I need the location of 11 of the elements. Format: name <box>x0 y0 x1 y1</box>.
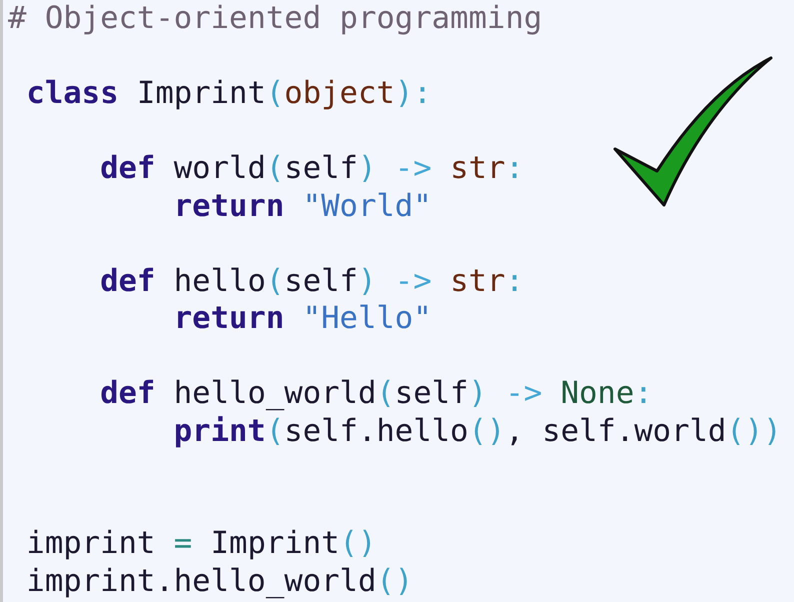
code-line: def hello(self) -> str: <box>100 262 524 300</box>
code-line: def world(self) -> str: <box>100 150 524 188</box>
code-line: class Imprint(object): <box>26 75 432 112</box>
code-line: imprint = Imprint() <box>26 525 376 562</box>
code-line: imprint.hello_world() <box>26 562 414 600</box>
code-line: def hello_world(self) -> None: <box>100 375 653 412</box>
code-line: return "World" <box>174 188 432 225</box>
code-line: print(self.hello(), self.world()) <box>174 412 782 450</box>
code-line: return "Hello" <box>174 300 432 338</box>
code-comment: # Object-oriented programming <box>8 0 542 38</box>
checkmark-icon <box>612 55 774 207</box>
